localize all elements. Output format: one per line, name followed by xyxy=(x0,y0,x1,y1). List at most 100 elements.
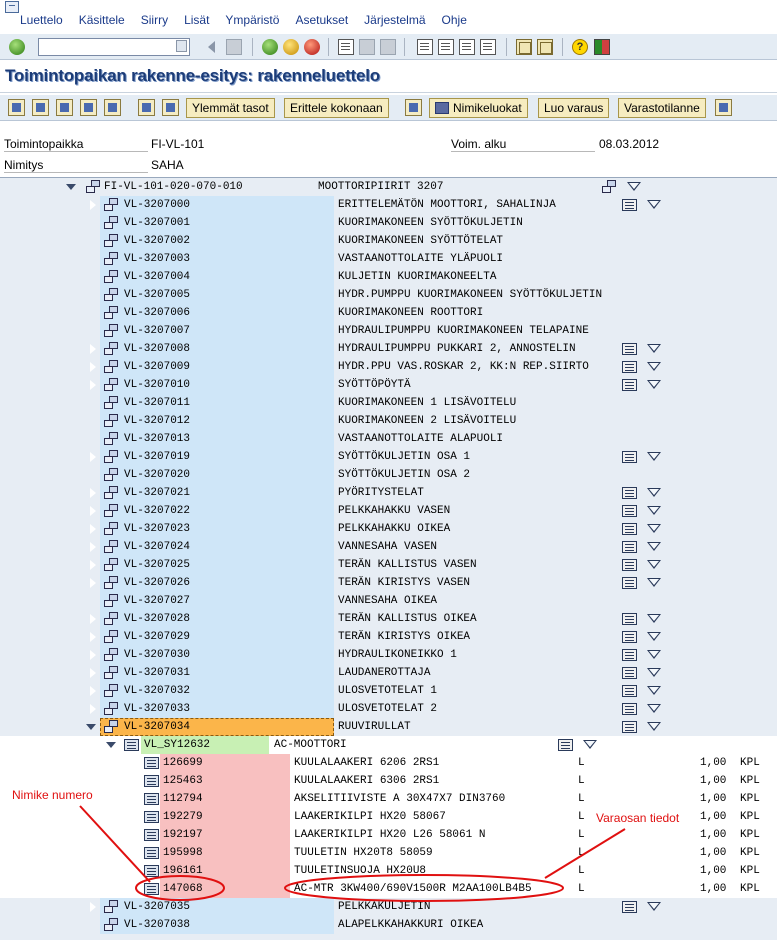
new-session-icon[interactable] xyxy=(516,39,532,55)
bom-item-row[interactable]: 112794 AKSELITIIVISTE A 30X47X7 DIN3760 L 1… xyxy=(0,790,777,808)
tree-node-row[interactable]: VL-3207004 KULJETIN KUORIMAKONEELTA xyxy=(0,268,777,286)
filter-down-icon[interactable] xyxy=(647,578,661,587)
bom-list-icon[interactable] xyxy=(622,361,637,373)
tree-node-row[interactable]: VL-3207027 VANNESAHA OIKEA xyxy=(0,592,777,610)
tree-node-row[interactable]: VL-3207012 KUORIMAKONEEN 2 LISÄVOITELU xyxy=(0,412,777,430)
expand-toggle-icon[interactable] xyxy=(88,631,96,643)
enter-icon[interactable] xyxy=(9,39,25,55)
tree-node-row[interactable]: VL-3207002 KUORIMAKONEEN SYÖTTÖTELAT xyxy=(0,232,777,250)
tree-node-row[interactable]: VL-3207020 SYÖTTÖKULJETIN OSA 2 xyxy=(0,466,777,484)
explode-all-button[interactable]: Erittele kokonaan xyxy=(284,98,389,118)
window-menu-icon[interactable] xyxy=(5,1,19,13)
bom-item-row[interactable]: 196161 TUULETINSUOJA HX20U8 L 1,00 KPL xyxy=(0,862,777,880)
tree-node-row[interactable]: VL-3207009 HYDR.PPU VAS.ROSKAR 2, KK:N RE… xyxy=(0,358,777,376)
filter-down-icon[interactable] xyxy=(647,200,661,209)
collapse-toggle-icon[interactable] xyxy=(106,742,116,748)
command-field[interactable] xyxy=(38,38,190,56)
expand-toggle-icon[interactable] xyxy=(88,343,96,355)
back-arrow-icon[interactable] xyxy=(208,41,215,53)
stock-overview-button[interactable]: Varastotilanne xyxy=(618,98,706,118)
tree-node-row[interactable]: VL-3207022 PELKKAHAKKU VASEN xyxy=(0,502,777,520)
expand-toggle-icon[interactable] xyxy=(88,487,96,499)
menu-item-siirry[interactable]: Siirry xyxy=(141,13,168,27)
layout-menu-icon[interactable] xyxy=(594,39,610,55)
back-icon[interactable] xyxy=(262,39,278,55)
bom-list-icon[interactable] xyxy=(622,649,637,661)
next-page-icon[interactable] xyxy=(459,39,475,55)
expand-toggle-icon[interactable] xyxy=(88,379,96,391)
tree-node-row[interactable]: VL-3207025 TERÄN KALLISTUS VASEN xyxy=(0,556,777,574)
details-icon[interactable] xyxy=(80,99,97,116)
bom-list-icon[interactable] xyxy=(622,667,637,679)
filter-down-icon[interactable] xyxy=(627,182,641,191)
tree-node-row[interactable]: VL-3207006 KUORIMAKONEEN ROOTTORI xyxy=(0,304,777,322)
tree-node-row[interactable]: VL-3207007 HYDRAULIPUMPPU KUORIMAKONEEN T… xyxy=(0,322,777,340)
bom-list-icon[interactable] xyxy=(622,199,637,211)
bom-item-row[interactable]: 195998 TUULETIN HX20T8 58059 L 1,00 KPL xyxy=(0,844,777,862)
previous-page-icon[interactable] xyxy=(438,39,454,55)
expand-toggle-icon[interactable] xyxy=(88,523,96,535)
bom-list-icon[interactable] xyxy=(622,631,637,643)
bom-list-icon[interactable] xyxy=(622,703,637,715)
menu-item-ohje[interactable]: Ohje xyxy=(442,13,467,27)
tree-node-row[interactable]: VL-3207028 TERÄN KALLISTUS OIKEA xyxy=(0,610,777,628)
menu-item-ymparisto[interactable]: Ympäristö xyxy=(225,13,279,27)
expand-toggle-icon[interactable] xyxy=(88,541,96,553)
tree-node-row[interactable]: VL-3207035 PELKKAKULJETIN xyxy=(0,898,777,916)
filter-down-icon[interactable] xyxy=(647,452,661,461)
filter-down-icon[interactable] xyxy=(647,542,661,551)
filter-down-icon[interactable] xyxy=(647,668,661,677)
tree-node-row[interactable]: VL-3207030 HYDRAULIKONEIKKO 1 xyxy=(0,646,777,664)
structure-link-icon[interactable] xyxy=(602,180,617,194)
refresh-icon[interactable] xyxy=(32,99,49,116)
tree-node-row[interactable]: VL-3207003 VASTAANOTTOLAITE YLÄPUOLI xyxy=(0,250,777,268)
export-icon[interactable] xyxy=(715,99,732,116)
command-history-icon[interactable] xyxy=(176,40,187,52)
tree-node-row[interactable]: VL-3207021 PYÖRITYSTELAT xyxy=(0,484,777,502)
filter-down-icon[interactable] xyxy=(647,650,661,659)
expand-toggle-icon[interactable] xyxy=(88,685,96,697)
bom-list-icon[interactable] xyxy=(622,685,637,697)
bom-list-icon[interactable] xyxy=(622,451,637,463)
expand-toggle-icon[interactable] xyxy=(88,577,96,589)
create-reservation-button[interactable]: Luo varaus xyxy=(538,98,610,118)
filter-down-icon[interactable] xyxy=(647,722,661,731)
bom-list-icon[interactable] xyxy=(622,343,637,355)
cancel-icon[interactable] xyxy=(304,39,320,55)
tree-node-row[interactable]: VL-3207023 PELKKAHAKKU OIKEA xyxy=(0,520,777,538)
save-icon[interactable] xyxy=(226,39,242,55)
bom-item-row[interactable]: 126699 KUULALAAKERI 6206 2RS1 L 1,00 KPL xyxy=(0,754,777,772)
tree-node-row[interactable]: VL-3207000 ERITTELEMÄTÖN MOOTTORI, SAHALI… xyxy=(0,196,777,214)
menu-item-asetukset[interactable]: Asetukset xyxy=(295,13,348,27)
filter-down-icon[interactable] xyxy=(647,686,661,695)
expand-toggle-icon[interactable] xyxy=(88,505,96,517)
tree-node-row[interactable]: VL-3207024 VANNESAHA VASEN xyxy=(0,538,777,556)
hierarchy-icon[interactable] xyxy=(138,99,155,116)
expand-toggle-icon[interactable] xyxy=(88,703,96,715)
expand-toggle-icon[interactable] xyxy=(88,667,96,679)
bom-list-icon[interactable] xyxy=(622,559,637,571)
bom-item-row[interactable]: 147068 AC-MTR 3KW400/690V1500R M2AA100LB4… xyxy=(0,880,777,898)
bom-header-row[interactable]: VL_SY12632 AC-MOOTTORI xyxy=(0,736,777,754)
bom-list-icon[interactable] xyxy=(622,577,637,589)
filter-down-icon[interactable] xyxy=(647,380,661,389)
bom-list-icon[interactable] xyxy=(622,505,637,517)
bom-list-icon[interactable] xyxy=(622,523,637,535)
find-icon[interactable] xyxy=(359,39,375,55)
bom-list-icon[interactable] xyxy=(558,739,573,751)
menu-item-kasittele[interactable]: Käsittele xyxy=(79,13,125,27)
filter-down-icon[interactable] xyxy=(647,902,661,911)
tree-node-row[interactable]: VL-3207034 RUUVIRULLAT xyxy=(0,718,777,736)
structure-icon[interactable] xyxy=(405,99,422,116)
tree-node-row[interactable]: VL-3207038 ALAPELKKAHAKKURI OIKEA xyxy=(0,916,777,934)
bom-list-icon[interactable] xyxy=(622,613,637,625)
expand-toggle-icon[interactable] xyxy=(88,613,96,625)
tree-node-row[interactable]: VL-3207029 TERÄN KIRISTYS OIKEA xyxy=(0,628,777,646)
help-icon[interactable]: ? xyxy=(572,39,588,55)
filter-down-icon[interactable] xyxy=(647,632,661,641)
bom-list-icon[interactable] xyxy=(622,541,637,553)
print-icon[interactable] xyxy=(338,39,354,55)
higher-levels-button[interactable]: Ylemmät tasot xyxy=(186,98,275,118)
last-page-icon[interactable] xyxy=(480,39,496,55)
tree-node-row[interactable]: VL-3207013 VASTAANOTTOLAITE ALAPUOLI xyxy=(0,430,777,448)
